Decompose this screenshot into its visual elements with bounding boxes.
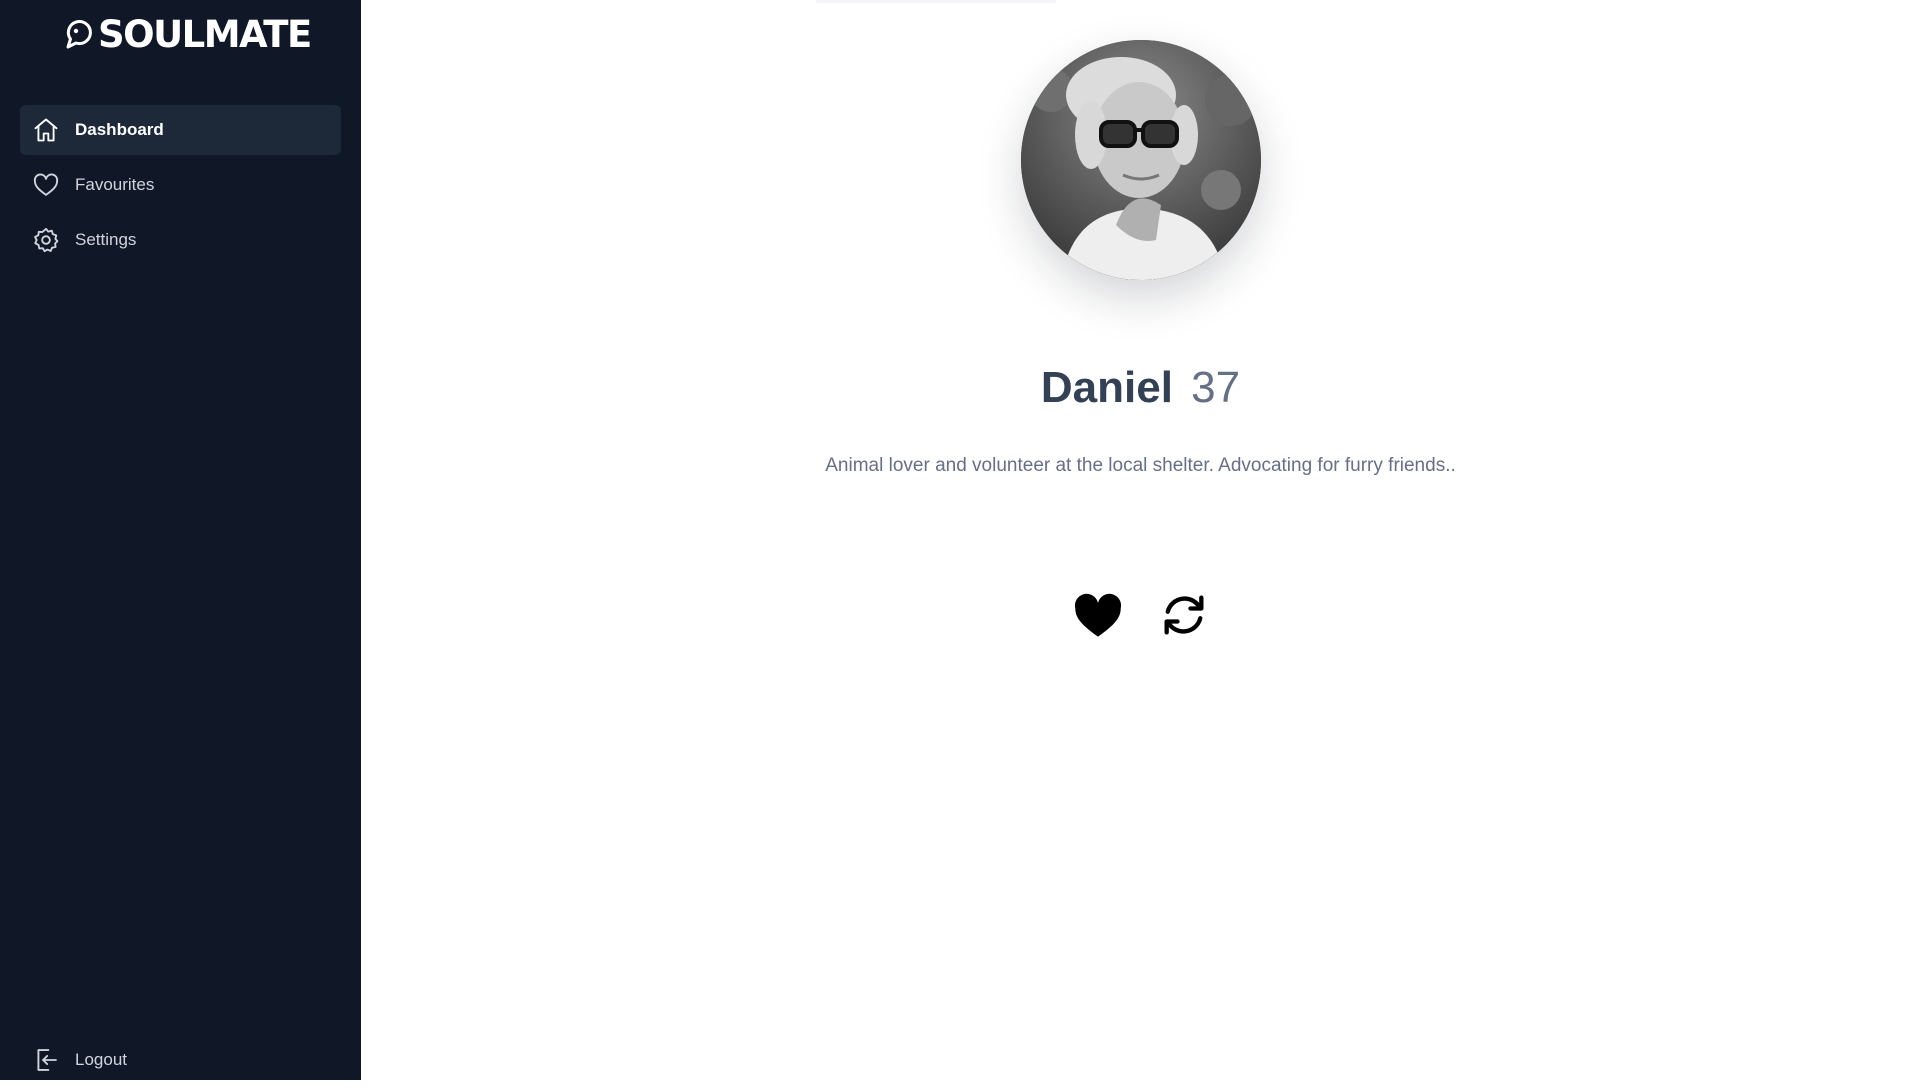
home-icon <box>32 116 60 144</box>
logout-button[interactable]: Logout <box>20 1035 341 1085</box>
gear-icon <box>32 226 60 254</box>
profile-name: Daniel <box>1040 363 1173 412</box>
sidebar: SOULMATE Dashboard Favourites Settings L… <box>0 0 361 1080</box>
profile-age: 37 <box>1191 363 1241 412</box>
profile-actions <box>361 590 1920 642</box>
profile-heading: Daniel 37 <box>361 358 1920 418</box>
profile-bio: Animal lover and volunteer at the local … <box>825 455 1456 476</box>
heart-outline-icon <box>32 171 60 199</box>
chat-bubble-logo-icon <box>62 19 92 51</box>
sidebar-item-label: Dashboard <box>75 120 164 139</box>
app-name: SOULMATE <box>98 13 312 56</box>
logout-area: Logout <box>20 1035 341 1090</box>
main-content: Daniel 37 Animal lover and volunteer at … <box>361 0 1920 1080</box>
top-divider <box>816 0 1056 3</box>
logout-label: Logout <box>75 1050 127 1069</box>
profile-avatar <box>1021 40 1261 280</box>
app-logo[interactable]: SOULMATE <box>62 13 312 56</box>
refresh-icon <box>1158 589 1210 644</box>
sidebar-item-favourites[interactable]: Favourites <box>20 160 341 210</box>
sidebar-item-label: Favourites <box>75 175 155 194</box>
profile-photo <box>1021 40 1261 280</box>
refresh-button[interactable] <box>1158 590 1210 642</box>
logout-icon <box>32 1046 60 1074</box>
heart-filled-icon <box>1072 591 1124 642</box>
sidebar-item-settings[interactable]: Settings <box>20 215 341 265</box>
sidebar-item-dashboard[interactable]: Dashboard <box>20 105 341 155</box>
like-button[interactable] <box>1072 590 1124 642</box>
sidebar-nav: Dashboard Favourites Settings <box>20 105 341 270</box>
sidebar-item-label: Settings <box>75 230 137 249</box>
